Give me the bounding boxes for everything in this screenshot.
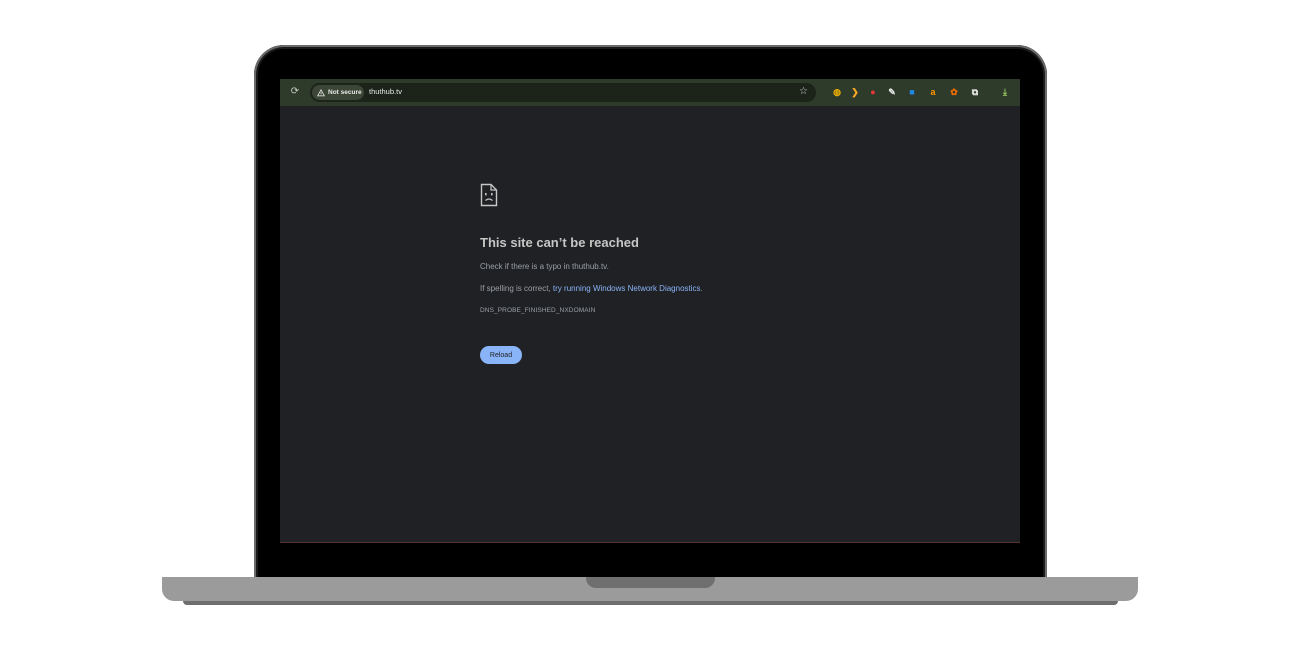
diagnostics-prefix: If spelling is correct, [480, 284, 553, 293]
laptop-base-shadow [183, 601, 1118, 605]
download-icon[interactable]: ⤓ [999, 86, 1011, 98]
url-text[interactable]: thuthub.tv [369, 87, 402, 96]
ext-icon-1-icon[interactable]: ◍ [831, 86, 843, 98]
ext-icon-7-icon[interactable]: ✿ [948, 86, 960, 98]
error-code: DNS_PROBE_FINISHED_NXDOMAIN [480, 307, 596, 314]
sad-page-icon [480, 183, 498, 207]
bookmark-star-icon[interactable]: ☆ [799, 86, 808, 98]
extensions-puzzle-icon[interactable]: ⧉ [969, 86, 981, 98]
typo-hint: Check if there is a typo in thuthub.tv. [480, 262, 609, 271]
diagnostics-suffix: . [700, 284, 703, 293]
reload-button[interactable]: Reload [480, 346, 522, 364]
address-bar[interactable]: Not secure thuthub.tv ☆ [310, 83, 816, 102]
ext-icon-5-icon[interactable]: ■ [906, 86, 918, 98]
ext-icon-4-icon[interactable]: ✎ [886, 86, 898, 98]
laptop-notch [586, 577, 715, 588]
ext-icon-3-icon[interactable]: ● [867, 86, 879, 98]
ext-icon-6-icon[interactable]: a [927, 86, 939, 98]
security-chip[interactable]: Not secure [312, 85, 364, 100]
diagnostics-hint: If spelling is correct, try running Wind… [480, 284, 703, 293]
browser-screen: ⟳ Not secure thuthub.tv ☆ ◍ ❯ ● ✎ ■ a ✿ ⧉ ⤓ This… [280, 79, 1020, 543]
security-label: Not secure [328, 89, 362, 96]
error-title: This site can’t be reached [480, 235, 639, 250]
browser-toolbar: ⟳ Not secure thuthub.tv ☆ ◍ ❯ ● ✎ ■ a ✿ ⧉ ⤓ [280, 79, 1020, 106]
ext-icon-2-icon[interactable]: ❯ [849, 86, 861, 98]
diagnostics-link[interactable]: try running Windows Network Diagnostics [553, 284, 701, 293]
reload-icon[interactable]: ⟳ [290, 86, 300, 98]
warning-icon [317, 88, 325, 96]
